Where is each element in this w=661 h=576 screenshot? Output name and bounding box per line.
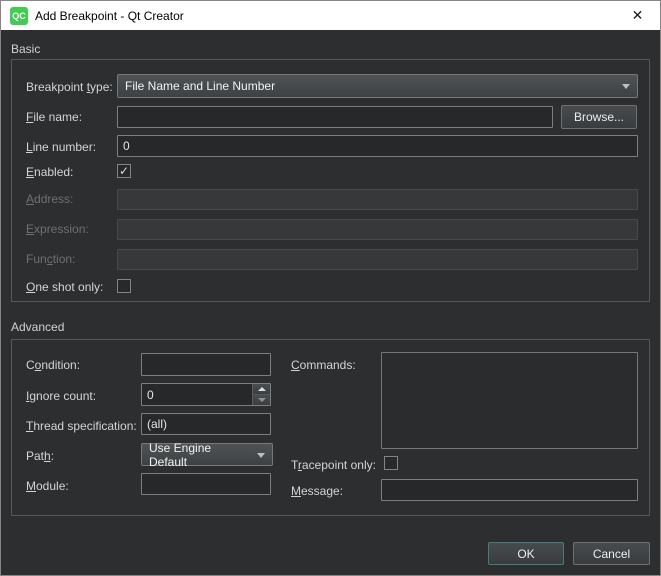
enabled-checkbox[interactable] [117,164,131,178]
path-select[interactable]: Use Engine Default [141,443,273,466]
qt-creator-app-icon: QC [10,7,28,25]
spin-buttons [252,384,270,405]
ignore-count-label: Ignore count: [26,389,96,403]
thread-specification-label: Thread specification: [26,419,137,433]
address-input [117,189,638,210]
basic-group-title: Basic [11,42,40,56]
close-icon: ✕ [632,7,644,24]
condition-input[interactable] [141,353,271,376]
window-title: Add Breakpoint - Qt Creator [35,9,184,23]
path-label: Path: [26,449,54,463]
cancel-button-label: Cancel [593,547,630,561]
one-shot-only-label: One shot only: [26,280,103,294]
tracepoint-only-label: Tracepoint only: [291,458,376,472]
browse-button[interactable]: Browse... [561,105,637,129]
ignore-count-value: 0 [142,384,252,405]
cancel-button[interactable]: Cancel [573,542,650,565]
function-label: Function: [26,252,75,266]
condition-label: Condition: [26,358,80,372]
file-name-input[interactable] [117,106,553,128]
file-name-label: File name: [26,110,82,124]
enabled-label: Enabled: [26,165,73,179]
thread-specification-input[interactable] [141,413,271,435]
line-number-input[interactable] [117,135,638,157]
advanced-group-title: Advanced [11,320,64,334]
breakpoint-type-value: File Name and Line Number [125,79,275,93]
arrow-down-icon [258,398,266,402]
arrow-up-icon [258,387,266,391]
module-input[interactable] [141,473,271,495]
module-label: Module: [26,479,69,493]
commands-textarea[interactable] [381,352,638,449]
chevron-down-icon [257,453,265,458]
path-value: Use Engine Default [149,441,250,469]
tracepoint-only-checkbox[interactable] [384,456,398,470]
message-input[interactable] [381,479,638,501]
browse-button-label: Browse... [574,110,624,124]
add-breakpoint-dialog: QC Add Breakpoint - Qt Creator ✕ Basic B… [0,0,661,576]
title-bar: QC Add Breakpoint - Qt Creator ✕ [1,1,660,30]
ok-button-label: OK [517,547,534,561]
function-input [117,249,638,270]
close-button[interactable]: ✕ [615,1,660,30]
expression-input [117,219,638,240]
breakpoint-type-select[interactable]: File Name and Line Number [117,74,638,98]
chevron-down-icon [622,84,630,89]
expression-label: Expression: [26,222,89,236]
ignore-count-stepper[interactable]: 0 [141,383,271,406]
ok-button[interactable]: OK [488,542,564,565]
message-label: Message: [291,484,343,498]
one-shot-only-checkbox[interactable] [117,279,131,293]
address-label: Address: [26,192,73,206]
spin-up-button[interactable] [253,384,270,395]
commands-label: Commands: [291,358,356,372]
line-number-label: Line number: [26,140,96,154]
breakpoint-type-label: Breakpoint type: [26,80,113,94]
spin-down-button[interactable] [253,395,270,405]
